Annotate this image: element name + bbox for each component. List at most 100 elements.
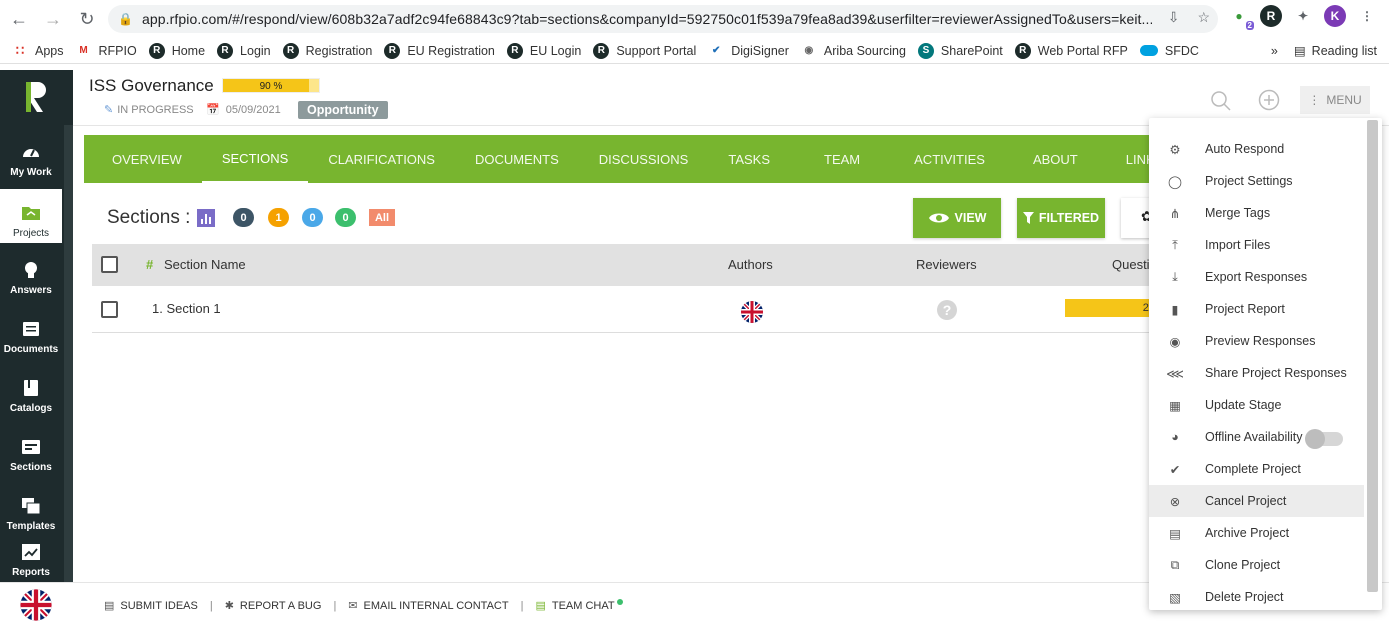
menu-scrollbar[interactable] [1367, 120, 1378, 592]
tab-documents[interactable]: DOCUMENTS [455, 135, 579, 183]
sidebar-item-projects[interactable]: Projects [0, 189, 62, 243]
address-bar[interactable]: 🔒 app.rfpio.com/#/respond/view/608b32a7a… [108, 5, 1218, 33]
bookmark-home[interactable]: R Home [148, 42, 205, 59]
sidebar-scrollbar[interactable] [64, 125, 73, 582]
menu-item-label: Project Report [1205, 302, 1285, 316]
menu-item-share-responses[interactable]: ⋘ Share Project Responses [1149, 357, 1364, 389]
bookmark-digisigner[interactable]: ✔ DigiSigner [708, 43, 789, 59]
tab-clarifications[interactable]: CLARIFICATIONS [308, 135, 455, 183]
unassigned-reviewer-icon[interactable]: ? [936, 299, 958, 321]
menu-item-auto-respond[interactable]: ⚙ Auto Respond [1149, 133, 1364, 165]
report-bug-link[interactable]: ✱ REPORT A BUG [225, 599, 322, 613]
install-icon[interactable]: ⇩ [1168, 9, 1180, 26]
bookmarks-overflow[interactable]: » [1271, 44, 1278, 58]
menu-item-cancel-project[interactable]: ⊗ Cancel Project [1149, 485, 1364, 517]
column-authors[interactable]: Authors [728, 257, 773, 272]
menu-item-import-files[interactable]: ⤒ Import Files [1149, 229, 1364, 261]
sidebar-item-reports[interactable]: Reports [0, 541, 62, 582]
section-name[interactable]: 1. Section 1 [152, 301, 221, 316]
sidebar-item-sections[interactable]: Sections [0, 423, 62, 477]
tab-discussions[interactable]: DISCUSSIONS [579, 135, 709, 183]
menu-item-label: Auto Respond [1205, 142, 1285, 156]
menu-item-project-report[interactable]: ▮ Project Report [1149, 293, 1364, 325]
filtered-button[interactable]: FILTERED [1017, 198, 1105, 238]
count-badge-orange[interactable]: 1 [268, 208, 289, 227]
tab-overview[interactable]: OVERVIEW [84, 135, 202, 183]
back-icon[interactable]: ← [4, 4, 34, 34]
rfpio-logo[interactable] [22, 80, 50, 114]
bookmark-label: Web Portal RFP [1037, 43, 1128, 58]
column-questions[interactable]: Questi [1112, 257, 1150, 272]
tab-about[interactable]: ABOUT [1005, 135, 1106, 183]
menu-item-project-settings[interactable]: ◯ Project Settings [1149, 165, 1364, 197]
sections-heading: Sections : [107, 207, 216, 229]
sidebar-item-answers[interactable]: Answers [0, 246, 62, 300]
tab-sections[interactable]: SECTIONS [201, 135, 309, 183]
submit-ideas-link[interactable]: ▤ SUBMIT IDEAS [104, 599, 198, 613]
menu-item-export-responses[interactable]: ⤓ Export Responses [1149, 261, 1364, 293]
toggle-knob [1305, 429, 1325, 449]
column-reviewers[interactable]: Reviewers [916, 257, 977, 272]
count-badge-green[interactable]: 0 [335, 208, 356, 227]
bookmark-label: Registration [305, 43, 373, 58]
forward-icon[interactable]: → [38, 4, 68, 34]
bookmark-eu-registration[interactable]: R EU Registration [384, 42, 495, 59]
bookmark-sfdc[interactable]: SFDC [1139, 44, 1199, 58]
tab-team[interactable]: TEAM [790, 135, 894, 183]
reload-icon[interactable]: ↻ [72, 4, 102, 34]
row-checkbox[interactable] [101, 301, 118, 318]
bookmark-support-portal[interactable]: R Support Portal [593, 42, 697, 59]
table-row[interactable]: 1. Section 1 ? 28 [92, 287, 1165, 333]
offline-toggle[interactable] [1305, 429, 1343, 449]
bookmark-label: Support Portal [616, 43, 697, 58]
bookmark-rfpio[interactable]: M RFPIO [76, 43, 136, 59]
select-all-checkbox[interactable] [101, 256, 118, 273]
extension-icon[interactable]: ● 2 [1228, 5, 1254, 30]
column-section-name[interactable]: Section Name [164, 257, 246, 272]
folder-icon [22, 207, 40, 220]
menu-item-complete-project[interactable]: ✔ Complete Project [1149, 453, 1364, 485]
sidebar-item-documents[interactable]: Documents [0, 305, 62, 359]
count-badge-blue[interactable]: 0 [302, 208, 323, 227]
count-badge-all[interactable]: All [369, 209, 395, 226]
star-icon[interactable]: ☆ [1197, 9, 1210, 26]
add-circle-icon[interactable] [1258, 89, 1280, 111]
avatar[interactable]: K [1324, 5, 1346, 27]
sidebar-item-catalogs[interactable]: Catalogs [0, 364, 62, 418]
rfpio-extension-icon[interactable]: R [1260, 5, 1282, 27]
menu-item-archive-project[interactable]: ▤ Archive Project [1149, 517, 1364, 549]
tab-activities[interactable]: ACTIVITIES [894, 135, 1005, 183]
url-text[interactable]: app.rfpio.com/#/respond/view/608b32a7adf… [142, 11, 1152, 27]
reading-list[interactable]: Reading list [1312, 44, 1377, 58]
menu-item-delete-project[interactable]: ▧ Delete Project [1149, 581, 1364, 613]
menu-button[interactable]: ⋮ MENU [1300, 86, 1370, 114]
kebab-icon[interactable]: ⋮ [1356, 5, 1378, 27]
bookmark-ariba[interactable]: ◉ Ariba Sourcing [801, 43, 906, 59]
menu-item-offline-availability[interactable]: ◕ Offline Availability [1149, 421, 1364, 453]
email-contact-link[interactable]: ✉ EMAIL INTERNAL CONTACT [348, 599, 508, 613]
sidebar-item-my-work[interactable]: My Work [0, 128, 62, 182]
menu-item-clone-project[interactable]: ⧉ Clone Project [1149, 549, 1364, 581]
view-button[interactable]: VIEW [913, 198, 1001, 238]
bookmark-eu-login[interactable]: R EU Login [506, 42, 581, 59]
share-icon: ⋘ [1166, 366, 1184, 381]
team-chat-link[interactable]: ▤ TEAM CHAT [535, 598, 623, 612]
menu-item-merge-tags[interactable]: ⋔ Merge Tags [1149, 197, 1364, 229]
stage-badge[interactable]: Opportunity [298, 101, 388, 119]
bookmark-sharepoint[interactable]: S SharePoint [917, 42, 1003, 59]
bookmark-registration[interactable]: R Registration [282, 42, 373, 59]
uk-flag-avatar[interactable] [740, 300, 764, 324]
tab-tasks[interactable]: TASKS [708, 135, 790, 183]
puzzle-icon[interactable]: ✦ [1292, 5, 1314, 27]
bookmark-apps[interactable]: ∷ Apps [12, 43, 64, 59]
bookmark-label: Apps [35, 43, 64, 58]
bookmark-web-portal[interactable]: R Web Portal RFP [1014, 42, 1128, 59]
count-badge-dark[interactable]: 0 [233, 208, 254, 227]
bar-chart-icon[interactable] [197, 209, 216, 227]
bookmark-login[interactable]: R Login [217, 42, 271, 59]
menu-item-update-stage[interactable]: ▦ Update Stage [1149, 389, 1364, 421]
search-icon[interactable] [1210, 90, 1232, 112]
menu-item-preview-responses[interactable]: ◉ Preview Responses [1149, 325, 1364, 357]
language-flag-icon[interactable] [19, 588, 53, 622]
sidebar-item-templates[interactable]: Templates [0, 482, 62, 536]
